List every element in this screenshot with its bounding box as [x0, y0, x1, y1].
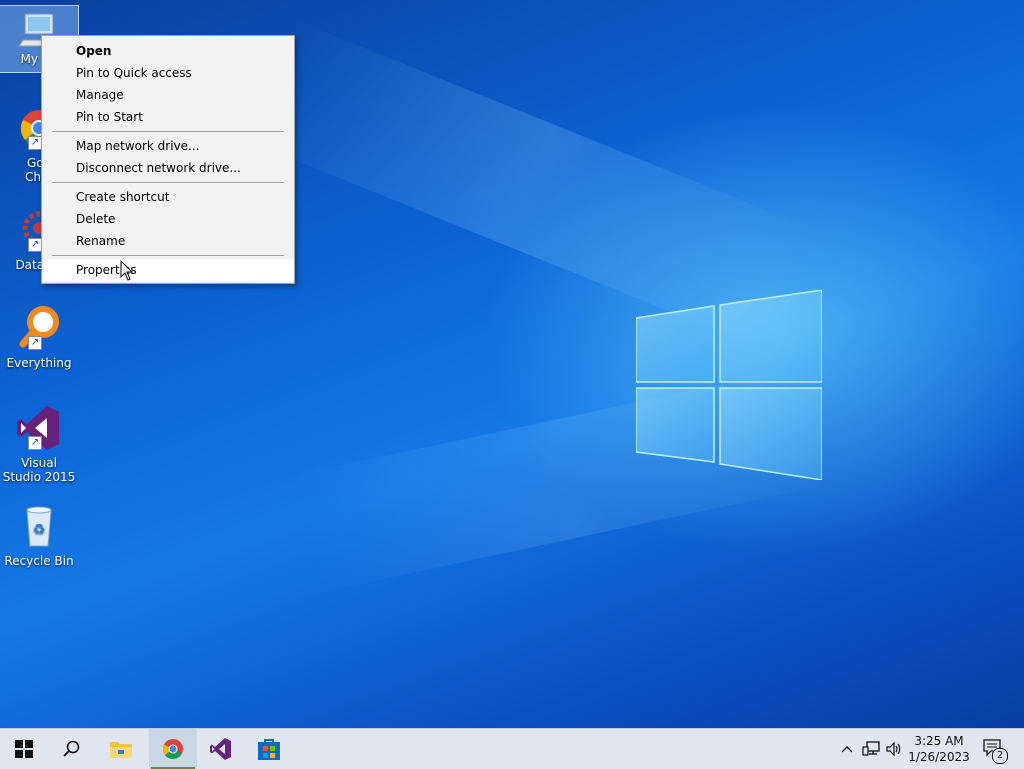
chevron-up-icon [841, 746, 853, 753]
file-explorer-icon [110, 742, 132, 758]
start-button[interactable] [0, 729, 48, 769]
network-icon [862, 741, 880, 756]
speaker-icon [886, 741, 901, 757]
action-center-button[interactable]: 2 [980, 729, 1008, 769]
mouse-cursor-icon [120, 260, 134, 281]
context-menu: Open Pin to Quick access Manage Pin to S… [41, 35, 295, 284]
store-taskbar-button[interactable] [245, 729, 293, 769]
desktop-icon-recycle-bin[interactable]: ♻ Recycle Bin [0, 502, 78, 568]
desktop-icon-visual-studio[interactable]: ↗ Visual Studio 2015 [0, 404, 78, 484]
file-explorer-button[interactable] [97, 729, 145, 769]
shortcut-arrow-icon: ↗ [28, 336, 42, 350]
search-button[interactable] [48, 729, 96, 769]
clock-date: 1/26/2023 [908, 750, 970, 764]
chrome-taskbar-button[interactable] [149, 729, 197, 769]
menu-item-disconnect-network-drive[interactable]: Disconnect network drive... [42, 157, 294, 179]
menu-item-properties[interactable]: Properties [42, 259, 294, 281]
desktop-icon-everything[interactable]: ↗ Everything [0, 304, 78, 370]
menu-separator [52, 182, 284, 183]
svg-text:♻: ♻ [33, 522, 46, 538]
visual-studio-taskbar-button[interactable] [197, 729, 245, 769]
recycle-bin-icon: ♻ [15, 502, 63, 550]
menu-item-create-shortcut[interactable]: Create shortcut [42, 186, 294, 208]
windows-wallpaper-logo [636, 290, 822, 480]
menu-separator [52, 131, 284, 132]
show-hidden-icons-button[interactable] [838, 729, 856, 769]
menu-item-delete[interactable]: Delete [42, 208, 294, 230]
notification-count-badge: 2 [992, 748, 1008, 764]
desktop-icon-label: Recycle Bin [4, 554, 74, 568]
network-tray-button[interactable] [860, 729, 882, 769]
taskbar-clock[interactable]: 3:25 AM 1/26/2023 [906, 733, 972, 765]
clock-time: 3:25 AM [914, 734, 964, 748]
everything-search-icon: ↗ [15, 304, 63, 352]
menu-item-pin-quick-access[interactable]: Pin to Quick access [42, 62, 294, 84]
visual-studio-icon: ↗ [15, 404, 63, 452]
shortcut-arrow-icon: ↗ [28, 436, 42, 450]
desktop-icon-label: Everything [6, 356, 72, 370]
chrome-icon [162, 739, 183, 759]
shortcut-arrow-icon: ↗ [28, 238, 42, 252]
menu-item-rename[interactable]: Rename [42, 230, 294, 252]
store-icon [258, 739, 280, 760]
menu-item-map-network-drive[interactable]: Map network drive... [42, 135, 294, 157]
menu-separator [52, 255, 284, 256]
visual-studio-icon [210, 738, 231, 760]
volume-tray-button[interactable] [884, 729, 906, 769]
search-icon [63, 740, 80, 757]
menu-item-pin-to-start[interactable]: Pin to Start [42, 106, 294, 128]
start-icon [15, 740, 33, 758]
desktop-icon-label: Visual Studio 2015 [2, 456, 76, 484]
menu-item-manage[interactable]: Manage [42, 84, 294, 106]
taskbar: 3:25 AM 1/26/2023 2 [0, 728, 1024, 769]
shortcut-arrow-icon: ↗ [28, 136, 42, 150]
menu-item-open[interactable]: Open [42, 40, 294, 62]
